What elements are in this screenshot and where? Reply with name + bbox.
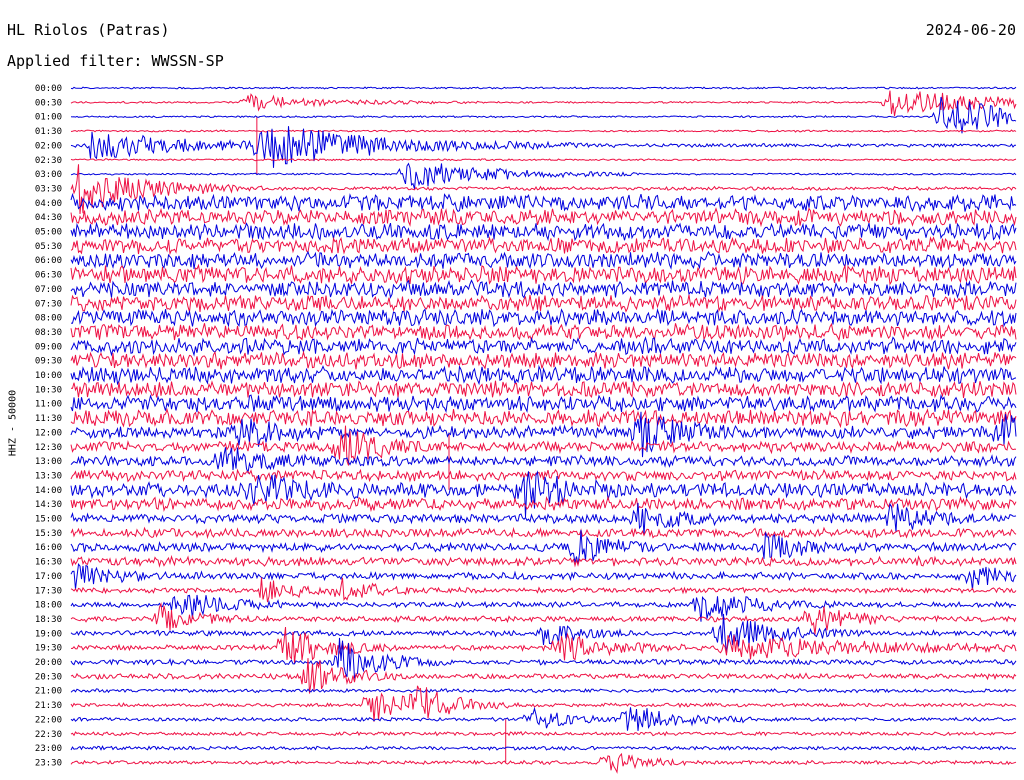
row-time-label: 05:30 bbox=[35, 242, 62, 252]
row-time-label: 11:30 bbox=[35, 414, 62, 424]
row-time-label: 07:30 bbox=[35, 299, 62, 309]
row-time-label: 04:00 bbox=[35, 199, 62, 209]
trace-row bbox=[70, 411, 1017, 458]
row-time-label: 00:30 bbox=[35, 98, 62, 108]
labels-layer: 00:00 00:30 01:00 01:30 02:00 02:30 03:00 03:30… bbox=[35, 84, 62, 768]
trace-row bbox=[70, 602, 1017, 635]
row-time-label: 07:00 bbox=[35, 285, 62, 295]
row-time-label: 01:30 bbox=[35, 127, 62, 137]
trace-row bbox=[70, 158, 1017, 162]
row-time-label: 05:00 bbox=[35, 228, 62, 238]
trace-row bbox=[70, 687, 1017, 694]
row-time-label: 17:00 bbox=[35, 572, 62, 582]
trace-row bbox=[70, 380, 1017, 399]
trace-row bbox=[70, 294, 1017, 313]
trace-row bbox=[70, 90, 1017, 117]
traces-layer bbox=[70, 86, 1017, 774]
row-time-label: 12:30 bbox=[35, 443, 62, 453]
trace-row bbox=[70, 221, 1017, 242]
row-time-label: 13:30 bbox=[35, 471, 62, 481]
trace-row bbox=[70, 250, 1017, 270]
row-time-label: 10:30 bbox=[35, 385, 62, 395]
trace-row bbox=[70, 730, 1017, 737]
row-time-label: 08:30 bbox=[35, 328, 62, 338]
trace-row bbox=[70, 407, 1017, 429]
row-time-label: 20:30 bbox=[35, 672, 62, 682]
row-time-label: 11:00 bbox=[35, 400, 62, 410]
row-time-label: 15:00 bbox=[35, 515, 62, 525]
trace-row bbox=[70, 562, 1017, 590]
trace-row bbox=[70, 447, 1017, 475]
row-time-label: 09:30 bbox=[35, 357, 62, 367]
row-time-label: 23:30 bbox=[35, 758, 62, 768]
helicorder-plot: 00:00 00:30 01:00 01:30 02:00 02:30 03:00 03:30… bbox=[35, 84, 1017, 774]
row-time-label: 10:00 bbox=[35, 371, 62, 381]
row-time-label: 14:00 bbox=[35, 486, 62, 496]
row-time-label: 02:00 bbox=[35, 141, 62, 151]
trace-row bbox=[70, 529, 1017, 565]
row-time-label: 22:30 bbox=[35, 730, 62, 740]
trace-row bbox=[70, 350, 1017, 370]
row-time-label: 08:00 bbox=[35, 314, 62, 324]
row-time-label: 00:00 bbox=[35, 84, 62, 94]
trace-row bbox=[70, 207, 1017, 228]
trace-row bbox=[70, 364, 1017, 386]
trace-row bbox=[70, 308, 1017, 328]
trace-row bbox=[70, 279, 1017, 299]
row-time-label: 15:30 bbox=[35, 529, 62, 539]
row-time-label: 18:00 bbox=[35, 601, 62, 611]
trace-row bbox=[70, 336, 1017, 357]
trace-row bbox=[70, 752, 1017, 774]
trace-row bbox=[70, 554, 1017, 568]
row-time-label: 06:30 bbox=[35, 271, 62, 281]
row-time-label: 14:30 bbox=[35, 500, 62, 510]
row-time-label: 23:00 bbox=[35, 744, 62, 754]
trace-row bbox=[70, 192, 1017, 213]
trace-row bbox=[70, 164, 1017, 215]
trace-row bbox=[70, 468, 1017, 483]
row-time-label: 03:00 bbox=[35, 170, 62, 180]
row-time-label: 20:00 bbox=[35, 658, 62, 668]
trace-row bbox=[70, 745, 1017, 751]
row-time-label: 09:00 bbox=[35, 342, 62, 352]
trace-row bbox=[70, 126, 1016, 168]
trace-row bbox=[70, 394, 1017, 414]
trace-row bbox=[70, 263, 1017, 286]
trace-row bbox=[70, 425, 1017, 466]
row-time-label: 04:30 bbox=[35, 213, 62, 223]
trace-row bbox=[70, 86, 1017, 90]
trace-row bbox=[70, 495, 1017, 513]
row-time-label: 19:00 bbox=[35, 629, 62, 639]
row-time-label: 01:00 bbox=[35, 113, 62, 123]
row-time-label: 12:00 bbox=[35, 428, 62, 438]
row-time-label: 16:30 bbox=[35, 558, 62, 568]
row-time-label: 02:30 bbox=[35, 156, 62, 166]
row-time-label: 13:00 bbox=[35, 457, 62, 467]
trace-row bbox=[70, 129, 1017, 133]
row-time-label: 22:00 bbox=[35, 715, 62, 725]
trace-row bbox=[70, 577, 1017, 603]
trace-row bbox=[70, 162, 1017, 189]
row-time-label: 18:30 bbox=[35, 615, 62, 625]
row-time-label: 06:00 bbox=[35, 256, 62, 266]
row-time-label: 16:00 bbox=[35, 543, 62, 553]
trace-row bbox=[70, 236, 1017, 256]
row-time-label: 17:30 bbox=[35, 586, 62, 596]
row-time-label: 21:00 bbox=[35, 687, 62, 697]
row-time-label: 19:30 bbox=[35, 644, 62, 654]
trace-row bbox=[70, 706, 1017, 731]
row-time-label: 21:30 bbox=[35, 701, 62, 711]
row-time-label: 03:30 bbox=[35, 184, 62, 194]
trace-row bbox=[70, 526, 1017, 540]
trace-row bbox=[70, 322, 1017, 343]
